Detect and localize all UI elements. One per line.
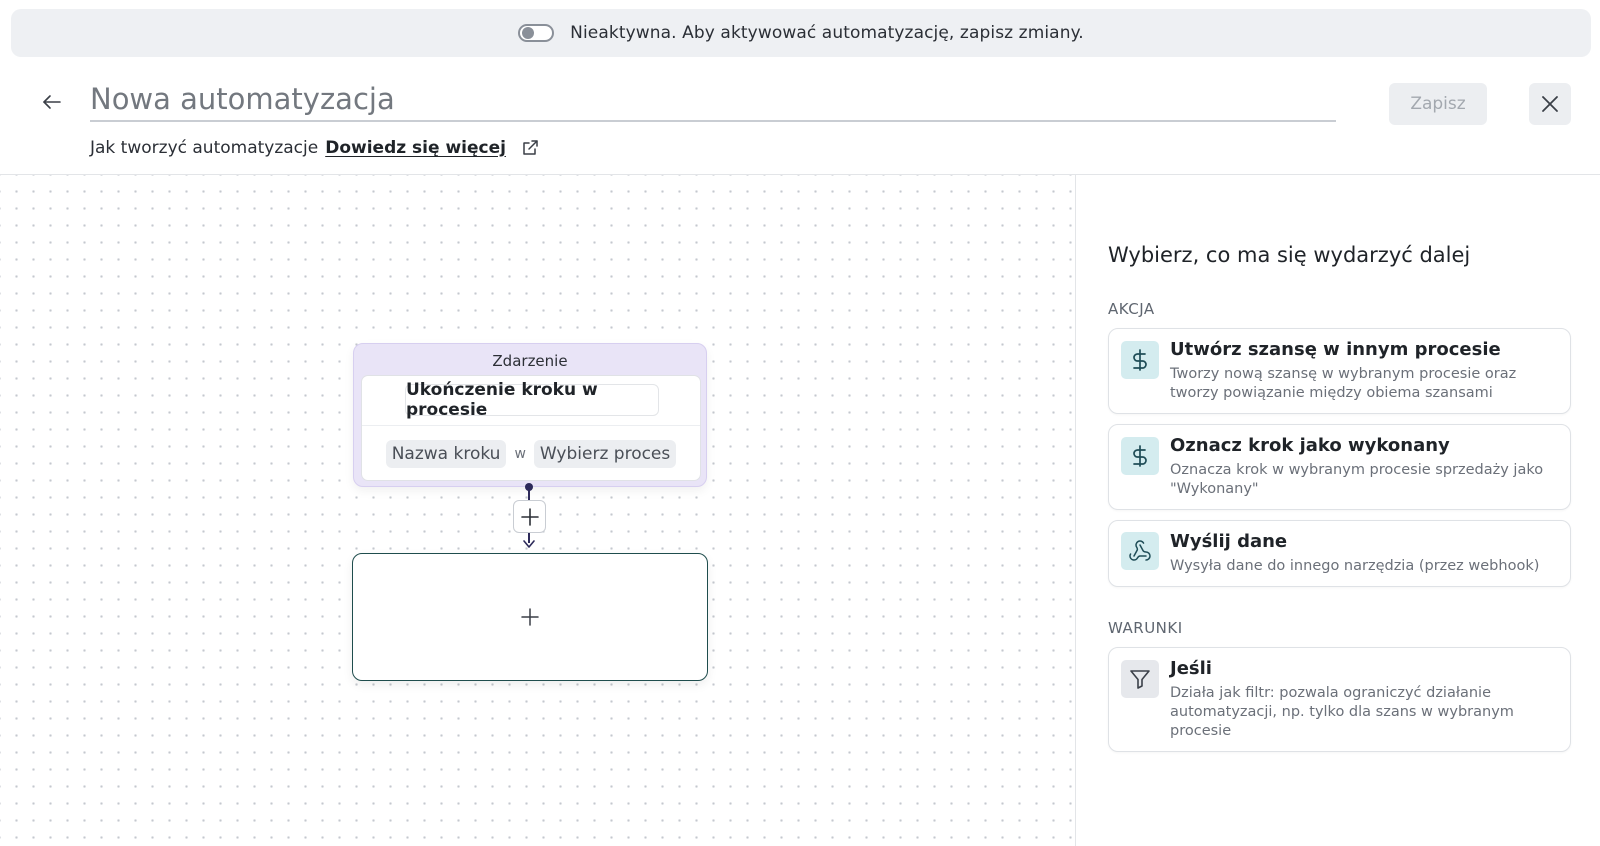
option-description: Działa jak filtr: pozwala ograniczyć dzi… — [1170, 685, 1514, 739]
event-node-body: Ukończenie kroku w procesie Nazwa kroku … — [361, 375, 701, 481]
panel-title: Wybierz, co ma się wydarzyć dalej — [1108, 243, 1471, 267]
event-node-label: Zdarzenie — [492, 352, 568, 370]
event-params: Nazwa kroku w Wybierz proces — [362, 440, 700, 468]
activation-toggle[interactable] — [518, 24, 555, 42]
option-create-opportunity[interactable]: Utwórz szansę w innym procesie Tworzy no… — [1108, 328, 1571, 414]
option-mark-step-done[interactable]: Oznacz krok jako wykonany Oznacza krok w… — [1108, 424, 1571, 510]
option-if-condition[interactable]: Jeśli Działa jak filtr: pozwala ogranicz… — [1108, 647, 1571, 752]
option-description: Tworzy nową szansę w wybranym procesie o… — [1170, 366, 1517, 401]
option-title: Utwórz szansę w innym procesie — [1170, 339, 1501, 360]
option-description: Wysyła dane do innego narzędzia (przez w… — [1170, 558, 1540, 574]
event-node[interactable]: Zdarzenie Ukończenie kroku w procesie Na… — [353, 343, 707, 487]
learn-more-link[interactable]: Dowiedz się więcej — [325, 138, 506, 158]
select-process-chip[interactable]: Wybierz proces — [533, 440, 677, 468]
back-button[interactable] — [38, 88, 66, 116]
panel-divider — [1075, 174, 1076, 846]
event-separator — [362, 425, 700, 426]
status-text: Nieaktywna. Aby aktywować automatyzację,… — [570, 23, 1084, 43]
arrow-left-icon — [43, 95, 61, 109]
help-text: Jak tworzyć automatyzacje — [90, 138, 319, 158]
plus-icon — [520, 507, 539, 526]
automation-name-input[interactable] — [90, 78, 1336, 122]
toggle-knob — [522, 27, 535, 39]
option-send-data[interactable]: Wyślij dane Wysyła dane do innego narzęd… — [1108, 520, 1571, 587]
option-title: Wyślij dane — [1170, 531, 1288, 552]
close-icon — [1542, 96, 1558, 112]
filter-icon — [1121, 660, 1159, 698]
save-button[interactable]: Zapisz — [1389, 83, 1487, 125]
option-description: Oznacza krok w wybranym procesie sprzeda… — [1170, 462, 1544, 497]
webhook-icon — [1121, 532, 1159, 570]
help-line: Jak tworzyć automatyzacje Dowiedz się wi… — [90, 138, 539, 158]
add-step-button[interactable] — [513, 500, 546, 533]
section-label-conditions: WARUNKI — [1108, 619, 1183, 637]
param-joiner: w — [514, 446, 526, 462]
plus-icon — [521, 608, 539, 626]
option-title: Jeśli — [1170, 658, 1212, 679]
event-trigger-title[interactable]: Ukończenie kroku w procesie — [405, 380, 659, 420]
option-title: Oznacz krok jako wykonany — [1170, 435, 1450, 456]
arrow-down-icon — [523, 540, 535, 548]
external-link-icon[interactable] — [521, 139, 539, 157]
close-button[interactable] — [1529, 83, 1571, 125]
status-banner: Nieaktywna. Aby aktywować automatyzację,… — [11, 9, 1591, 57]
dollar-icon — [1121, 437, 1159, 475]
dollar-icon — [1121, 341, 1159, 379]
step-name-chip[interactable]: Nazwa kroku — [385, 440, 507, 468]
section-label-action: AKCJA — [1108, 300, 1155, 318]
empty-step-node[interactable] — [352, 553, 708, 681]
